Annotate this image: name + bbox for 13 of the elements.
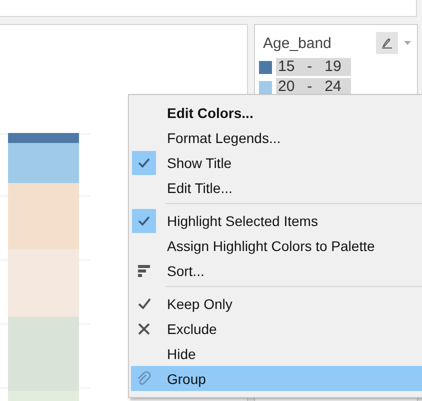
legend-title: Age_band <box>263 34 332 52</box>
menu-item[interactable]: Edit Title... <box>131 175 422 200</box>
legend-item[interactable]: 15 - 19 <box>276 58 352 76</box>
menu-item[interactable]: Group <box>131 366 422 391</box>
menu-item[interactable]: Show Title <box>131 150 422 175</box>
menu-item[interactable]: Sort... <box>131 258 422 283</box>
menu-item[interactable]: Keep Only <box>131 291 422 316</box>
menu-item[interactable]: Hide <box>131 341 422 366</box>
menu-item[interactable]: Assign Highlight Colors to Palette <box>131 233 422 258</box>
menu-item[interactable]: Edit Colors... <box>131 100 422 125</box>
menu-item[interactable]: Format Legends... <box>131 125 422 150</box>
menu-item[interactable]: Exclude <box>131 316 422 341</box>
menu-item[interactable]: Highlight Selected Items <box>131 208 422 233</box>
